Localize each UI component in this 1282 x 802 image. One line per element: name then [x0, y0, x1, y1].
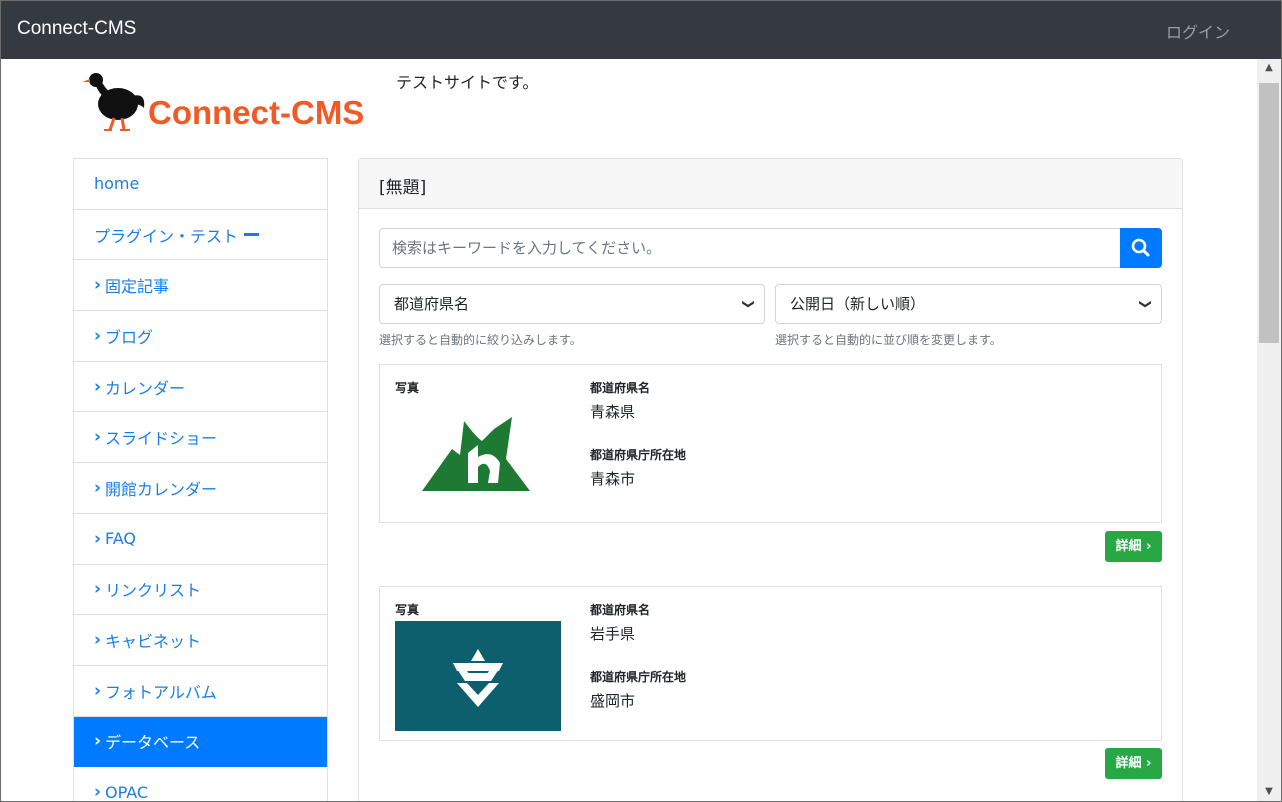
search-input[interactable]: 検索はキーワードを入力してください。 [379, 228, 1121, 268]
chevron-right-icon: › [94, 477, 102, 498]
scroll-thumb[interactable] [1259, 83, 1279, 343]
chevron-down-icon: ❯ [741, 298, 756, 310]
chevron-down-icon: ❯ [1138, 298, 1153, 310]
sidebar-item-label: ブログ [105, 327, 154, 347]
scroll-up-icon[interactable]: ▲ [1257, 59, 1281, 77]
panel-title: [無題] [359, 159, 1182, 209]
top-navbar: Connect-CMS ログイン [0, 0, 1282, 59]
sidebar-item-label: 開館カレンダー [105, 479, 218, 499]
sidebar-item-faq[interactable]: › FAQ [74, 514, 327, 565]
chevron-right-icon: › [94, 630, 102, 651]
detail-button[interactable]: 詳細 › [1105, 531, 1162, 562]
search-bar: 検索はキーワードを入力してください。 [379, 228, 1162, 268]
sort-hint: 選択すると自動的に並び順を変更します。 [775, 333, 1002, 347]
sidebar-item-label: キャビネット [105, 632, 202, 652]
record-card: 写真 都道府県名 岩手県 都道府県庁所在地 盛岡市 [379, 586, 1162, 741]
sidebar-item-blog[interactable]: › ブログ [74, 311, 327, 362]
aomori-emblem-image [422, 417, 530, 491]
sidebar-item-label: home [94, 174, 140, 194]
sidebar-item-calendar[interactable]: › カレンダー [74, 362, 327, 413]
vertical-scrollbar[interactable]: ▲ ▼ [1257, 59, 1281, 801]
search-icon [1131, 238, 1150, 257]
select-value: 都道府県名 [394, 295, 470, 313]
sidebar-menu: home プラグイン・テスト › 固定記事 › ブログ › カレンダー › スライドショ… [73, 158, 328, 802]
capital-value: 盛岡市 [590, 692, 636, 710]
detail-label: 詳細 [1115, 756, 1142, 771]
chevron-right-icon: › [94, 579, 102, 600]
sidebar-item-database[interactable]: › データベース [74, 716, 327, 768]
photo-label: 写真 [395, 603, 420, 617]
chevron-right-icon: › [94, 325, 102, 346]
site-tagline: テストサイトです。 [396, 73, 539, 92]
chevron-right-icon: › [94, 528, 102, 549]
chevron-right-icon: › [94, 376, 102, 397]
sidebar-item-opac[interactable]: › OPAC [74, 767, 327, 802]
prefecture-filter-select[interactable]: 都道府県名 ❯ [379, 284, 765, 324]
sidebar-item-label: スライドショー [105, 429, 218, 449]
capital-label: 都道府県庁所在地 [590, 448, 687, 462]
iwate-flag-image [395, 621, 561, 731]
navbar-brand[interactable]: Connect-CMS [17, 18, 136, 40]
chevron-right-icon: › [94, 275, 102, 296]
logo-text: Connect-CMS [148, 94, 365, 131]
bird-icon [82, 73, 145, 131]
collapse-icon[interactable] [244, 233, 260, 237]
sidebar-item-label: データベース [105, 733, 201, 753]
chevron-right-icon: › [1146, 756, 1152, 771]
sidebar-item-label: フォトアルバム [105, 682, 217, 702]
sidebar-item-label: リンクリスト [105, 581, 202, 601]
prefecture-label: 都道府県名 [590, 603, 651, 617]
chevron-right-icon: › [1146, 539, 1152, 554]
chevron-right-icon: › [94, 680, 102, 701]
photo-label: 写真 [395, 381, 420, 395]
login-link[interactable]: ログイン [1166, 19, 1230, 43]
detail-label: 詳細 [1115, 539, 1142, 554]
chevron-right-icon: › [94, 427, 102, 448]
record-card: 写真 都道府県名 青森県 都道府県庁所在地 青森市 [379, 364, 1162, 523]
prefecture-label: 都道府県名 [590, 381, 651, 395]
site-logo[interactable]: Connect-CMS [82, 66, 382, 136]
database-panel: [無題] 検索はキーワードを入力してください。 都道府県名 ❯ 選択すると自動的… [358, 158, 1183, 802]
chevron-right-icon: › [94, 731, 102, 752]
sort-select[interactable]: 公開日（新しい順） ❯ [775, 284, 1162, 324]
scroll-down-icon[interactable]: ▼ [1257, 783, 1281, 801]
chevron-right-icon: › [94, 782, 102, 802]
sidebar-item-home[interactable]: home [74, 159, 327, 210]
sidebar-item-label: 固定記事 [105, 277, 170, 297]
capital-label: 都道府県庁所在地 [590, 670, 687, 684]
sidebar-item-slideshow[interactable]: › スライドショー [74, 412, 327, 464]
sidebar-item-label: カレンダー [105, 378, 186, 398]
sidebar-item-photoalbum[interactable]: › フォトアルバム [74, 666, 327, 717]
select-value: 公開日（新しい順） [790, 295, 926, 313]
sidebar-item-cabinet[interactable]: › キャビネット [74, 615, 327, 666]
sidebar-item-label: OPAC [105, 782, 149, 802]
sidebar-item-fixed-article[interactable]: › 固定記事 [74, 260, 327, 312]
detail-button[interactable]: 詳細 › [1105, 748, 1162, 779]
sidebar-item-opening-calendar[interactable]: › 開館カレンダー [74, 463, 327, 514]
sidebar-item-label: FAQ [105, 529, 137, 549]
search-button[interactable] [1120, 228, 1162, 268]
prefecture-value: 岩手県 [590, 625, 636, 643]
capital-value: 青森市 [590, 470, 636, 488]
sidebar-item-label: プラグイン・テスト [94, 226, 239, 246]
sidebar-item-plugin-test[interactable]: プラグイン・テスト [74, 210, 327, 261]
filter-hint: 選択すると自動的に絞り込みします。 [379, 333, 582, 347]
sidebar-item-linklist[interactable]: › リンクリスト [74, 565, 327, 616]
prefecture-value: 青森県 [590, 403, 636, 421]
